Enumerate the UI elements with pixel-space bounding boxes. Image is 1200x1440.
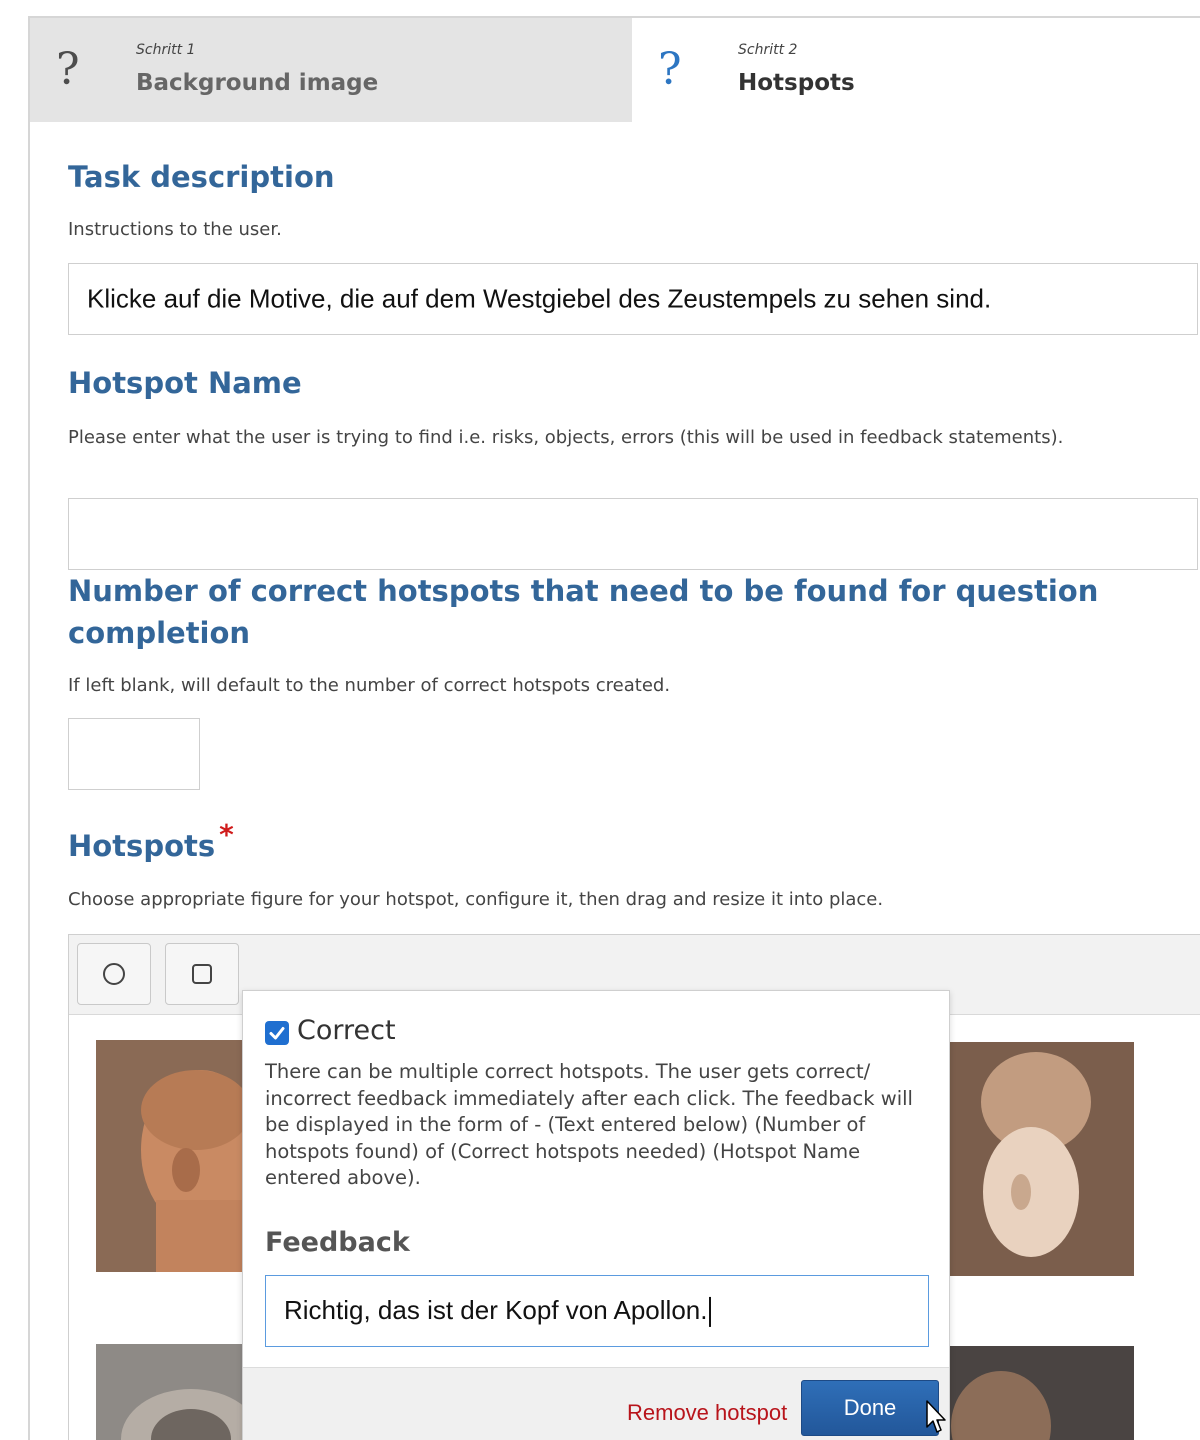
task-description-input[interactable]: Klicke auf die Motive, die auf dem Westg… [68, 263, 1198, 335]
hotspots-help: Choose appropriate figure for your hotsp… [68, 889, 884, 910]
correct-checkbox[interactable] [265, 1021, 289, 1045]
required-count-help: If left blank, will default to the numbe… [68, 675, 671, 696]
statue-image-4[interactable] [946, 1346, 1134, 1440]
question-icon: ? [56, 44, 80, 95]
tab-hotspots[interactable]: ? Schritt 2 Hotspots [632, 18, 1200, 122]
step-label: Schritt 1 [136, 42, 196, 58]
hotspots-title: Hotspots [68, 829, 216, 863]
task-description-help: Instructions to the user. [68, 219, 282, 240]
feedback-label: Feedback [265, 1227, 410, 1258]
circle-hotspot-button[interactable] [77, 943, 151, 1005]
square-hotspot-button[interactable] [165, 943, 239, 1005]
statue-image-athena[interactable] [946, 1042, 1134, 1276]
hotspots-heading: Hotspots * [68, 818, 234, 868]
statue-image-3[interactable] [96, 1344, 246, 1440]
feedback-input[interactable]: Richtig, das ist der Kopf von Apollon. [265, 1275, 929, 1347]
required-mark: * [219, 818, 234, 851]
task-description-value: Klicke auf die Motive, die auf dem Westg… [87, 283, 992, 314]
feedback-value: Richtig, das ist der Kopf von Apollon. [284, 1294, 708, 1325]
done-button[interactable]: Done [801, 1380, 939, 1436]
remove-hotspot-link[interactable]: Remove hotspot [627, 1400, 787, 1426]
task-description-heading: Task description [68, 160, 335, 194]
correct-label: Correct [297, 1015, 396, 1046]
mouse-cursor-icon [926, 1400, 946, 1433]
required-count-heading: Number of correct hotspots that need to … [68, 574, 1099, 651]
circle-icon [103, 963, 125, 985]
popup-footer: Remove hotspot Done [243, 1367, 949, 1440]
step-title: Background image [136, 70, 379, 96]
check-icon [269, 1027, 285, 1040]
feedback-value-wrap: Richtig, das ist der Kopf von Apollon. [284, 1294, 712, 1328]
hotspot-settings-popup: Correct There can be multiple correct ho… [242, 990, 950, 1440]
tab-background-image[interactable]: ? Schritt 1 Background image [30, 18, 632, 122]
step-title: Hotspots [738, 70, 855, 96]
correct-help-text: There can be multiple correct hotspots. … [265, 1060, 913, 1190]
step-label: Schritt 2 [738, 42, 798, 58]
required-count-input[interactable] [68, 718, 200, 790]
hotspot-name-input[interactable] [68, 498, 1198, 570]
statue-image-apollo[interactable] [96, 1040, 246, 1272]
step-tabs: ? Schritt 1 Background image ? Schritt 2… [30, 18, 1200, 122]
hotspot-name-help: Please enter what the user is trying to … [68, 427, 1064, 448]
popup-body: Correct There can be multiple correct ho… [243, 991, 949, 1367]
text-caret [709, 1297, 712, 1328]
square-icon [192, 964, 212, 984]
hotspot-name-heading: Hotspot Name [68, 366, 302, 400]
question-icon: ? [658, 44, 682, 95]
